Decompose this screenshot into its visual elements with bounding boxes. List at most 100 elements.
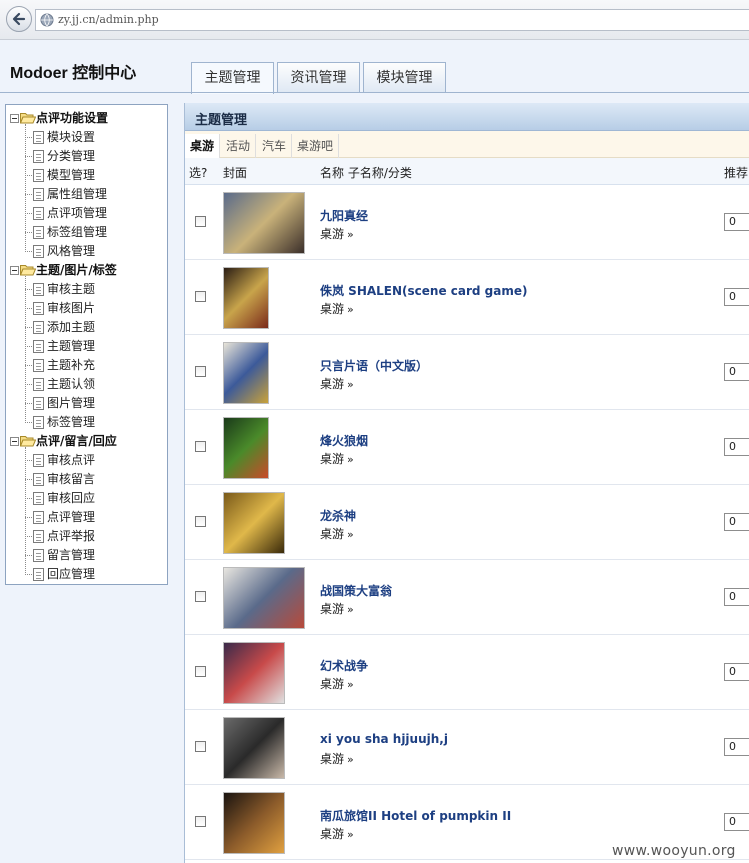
address-bar[interactable]: zy.jj.cn/admin.php: [35, 9, 749, 31]
document-icon: [33, 226, 44, 239]
recommend-input[interactable]: 0: [724, 513, 749, 531]
sidebar-item-label: 主题管理: [47, 339, 96, 353]
item-category-label: 桌游: [320, 227, 345, 241]
item-category[interactable]: 桌游»: [320, 450, 354, 467]
sidebar-item-label: 标签组管理: [47, 225, 108, 239]
double-chevron-right-icon: »: [347, 378, 354, 391]
item-name-link[interactable]: 烽火狼烟: [320, 432, 368, 449]
url-text: zy.jj.cn/admin.php: [58, 13, 159, 26]
tree-connector: [25, 384, 32, 385]
recommend-input[interactable]: 0: [724, 288, 749, 306]
recommend-input[interactable]: 0: [724, 438, 749, 456]
table-row: 侏岚 SHALEN(scene card game) 桌游» 0: [185, 260, 749, 335]
cover-thumbnail[interactable]: [223, 567, 305, 629]
tree-connector: [25, 346, 32, 347]
item-category[interactable]: 桌游»: [320, 825, 354, 842]
item-category[interactable]: 桌游»: [320, 300, 354, 317]
tree-connector: [25, 403, 32, 404]
recommend-input[interactable]: 0: [724, 363, 749, 381]
subtab-boardgame[interactable]: 桌游: [185, 134, 221, 158]
row-select-checkbox[interactable]: [195, 816, 206, 827]
tree-connector: [25, 251, 32, 252]
tab-label: 资讯管理: [290, 70, 347, 86]
row-select-checkbox[interactable]: [195, 516, 206, 527]
document-icon: [33, 302, 44, 315]
app-title: Modoer 控制中心: [10, 65, 137, 82]
document-icon: [33, 359, 44, 372]
item-name-link[interactable]: 南瓜旅馆II Hotel of pumpkin II: [320, 807, 511, 824]
row-select-checkbox[interactable]: [195, 291, 206, 302]
item-category[interactable]: 桌游»: [320, 750, 354, 767]
collapse-icon[interactable]: [10, 266, 19, 275]
document-icon: [33, 378, 44, 391]
document-icon: [33, 568, 44, 581]
row-select-checkbox[interactable]: [195, 741, 206, 752]
item-name-link[interactable]: 龙杀神: [320, 507, 356, 524]
cover-thumbnail[interactable]: [223, 717, 285, 779]
cover-thumbnail[interactable]: [223, 492, 285, 554]
double-chevron-right-icon: »: [347, 828, 354, 841]
document-icon: [33, 340, 44, 353]
sidebar-item-label: 审核主题: [47, 282, 96, 296]
cover-thumbnail[interactable]: [223, 792, 285, 854]
cover-thumbnail[interactable]: [223, 417, 269, 479]
subtab-activity[interactable]: 活动: [221, 134, 257, 158]
recommend-input[interactable]: 0: [724, 588, 749, 606]
row-select-checkbox[interactable]: [195, 666, 206, 677]
item-name-link[interactable]: 九阳真经: [320, 207, 368, 224]
document-icon: [33, 131, 44, 144]
collapse-icon[interactable]: [10, 437, 19, 446]
row-select-checkbox[interactable]: [195, 591, 206, 602]
cover-thumbnail[interactable]: [223, 192, 305, 254]
subtab-car[interactable]: 汽车: [257, 134, 293, 158]
tree-connector: [25, 137, 32, 138]
column-select: 选?: [189, 166, 208, 180]
item-category[interactable]: 桌游»: [320, 600, 354, 617]
document-icon: [33, 473, 44, 486]
back-button[interactable]: [6, 6, 32, 32]
cover-thumbnail[interactable]: [223, 642, 285, 704]
subtab-boardgame-bar[interactable]: 桌游吧: [292, 134, 340, 158]
collapse-icon[interactable]: [10, 114, 19, 123]
sidebar-item-label: 分类管理: [47, 149, 96, 163]
tree-connector: [25, 422, 32, 423]
tree-connector: [25, 460, 32, 461]
recommend-input[interactable]: 0: [724, 738, 749, 756]
item-name-link[interactable]: 只言片语（中文版）: [320, 357, 428, 374]
row-select-checkbox[interactable]: [195, 216, 206, 227]
document-icon: [33, 416, 44, 429]
browser-toolbar: zy.jj.cn/admin.php: [0, 0, 749, 40]
item-category[interactable]: 桌游»: [320, 525, 354, 542]
tab-module-management[interactable]: 模块管理: [363, 62, 446, 93]
item-category[interactable]: 桌游»: [320, 375, 354, 392]
item-category[interactable]: 桌游»: [320, 225, 354, 242]
sidebar-group-label: 点评功能设置: [36, 111, 109, 125]
document-icon: [33, 245, 44, 258]
item-category[interactable]: 桌游»: [320, 675, 354, 692]
cover-thumbnail[interactable]: [223, 267, 269, 329]
recommend-input[interactable]: 0: [724, 213, 749, 231]
row-select-checkbox[interactable]: [195, 441, 206, 452]
document-icon: [33, 492, 44, 505]
item-name-link[interactable]: 幻术战争: [320, 657, 368, 674]
tree-connector: [25, 574, 32, 575]
cover-thumbnail[interactable]: [223, 342, 269, 404]
tree-connector: [25, 365, 32, 366]
recommend-input[interactable]: 0: [724, 663, 749, 681]
tab-topic-management[interactable]: 主题管理: [191, 62, 274, 94]
item-name-link[interactable]: 战国策大富翁: [320, 582, 392, 599]
item-name-link[interactable]: xi you sha hjjuujh,j: [320, 732, 448, 746]
document-icon: [33, 169, 44, 182]
column-cover: 封面: [223, 166, 248, 180]
folder-open-icon: [20, 265, 36, 276]
item-name-link[interactable]: 侏岚 SHALEN(scene card game): [320, 282, 528, 299]
row-select-checkbox[interactable]: [195, 366, 206, 377]
sidebar-tree: 点评功能设置 模块设置 分类管理 模型管理 属性组管理 点评项管理 标签组管理 风格管理 主题/…: [5, 104, 168, 585]
tab-news-management[interactable]: 资讯管理: [277, 62, 360, 93]
tree-connector: [25, 232, 32, 233]
recommend-input[interactable]: 0: [724, 813, 749, 831]
tab-divider: [0, 92, 749, 93]
item-category-label: 桌游: [320, 677, 345, 691]
tree-connector: [25, 276, 26, 423]
column-recommend: 推荐: [724, 166, 749, 180]
